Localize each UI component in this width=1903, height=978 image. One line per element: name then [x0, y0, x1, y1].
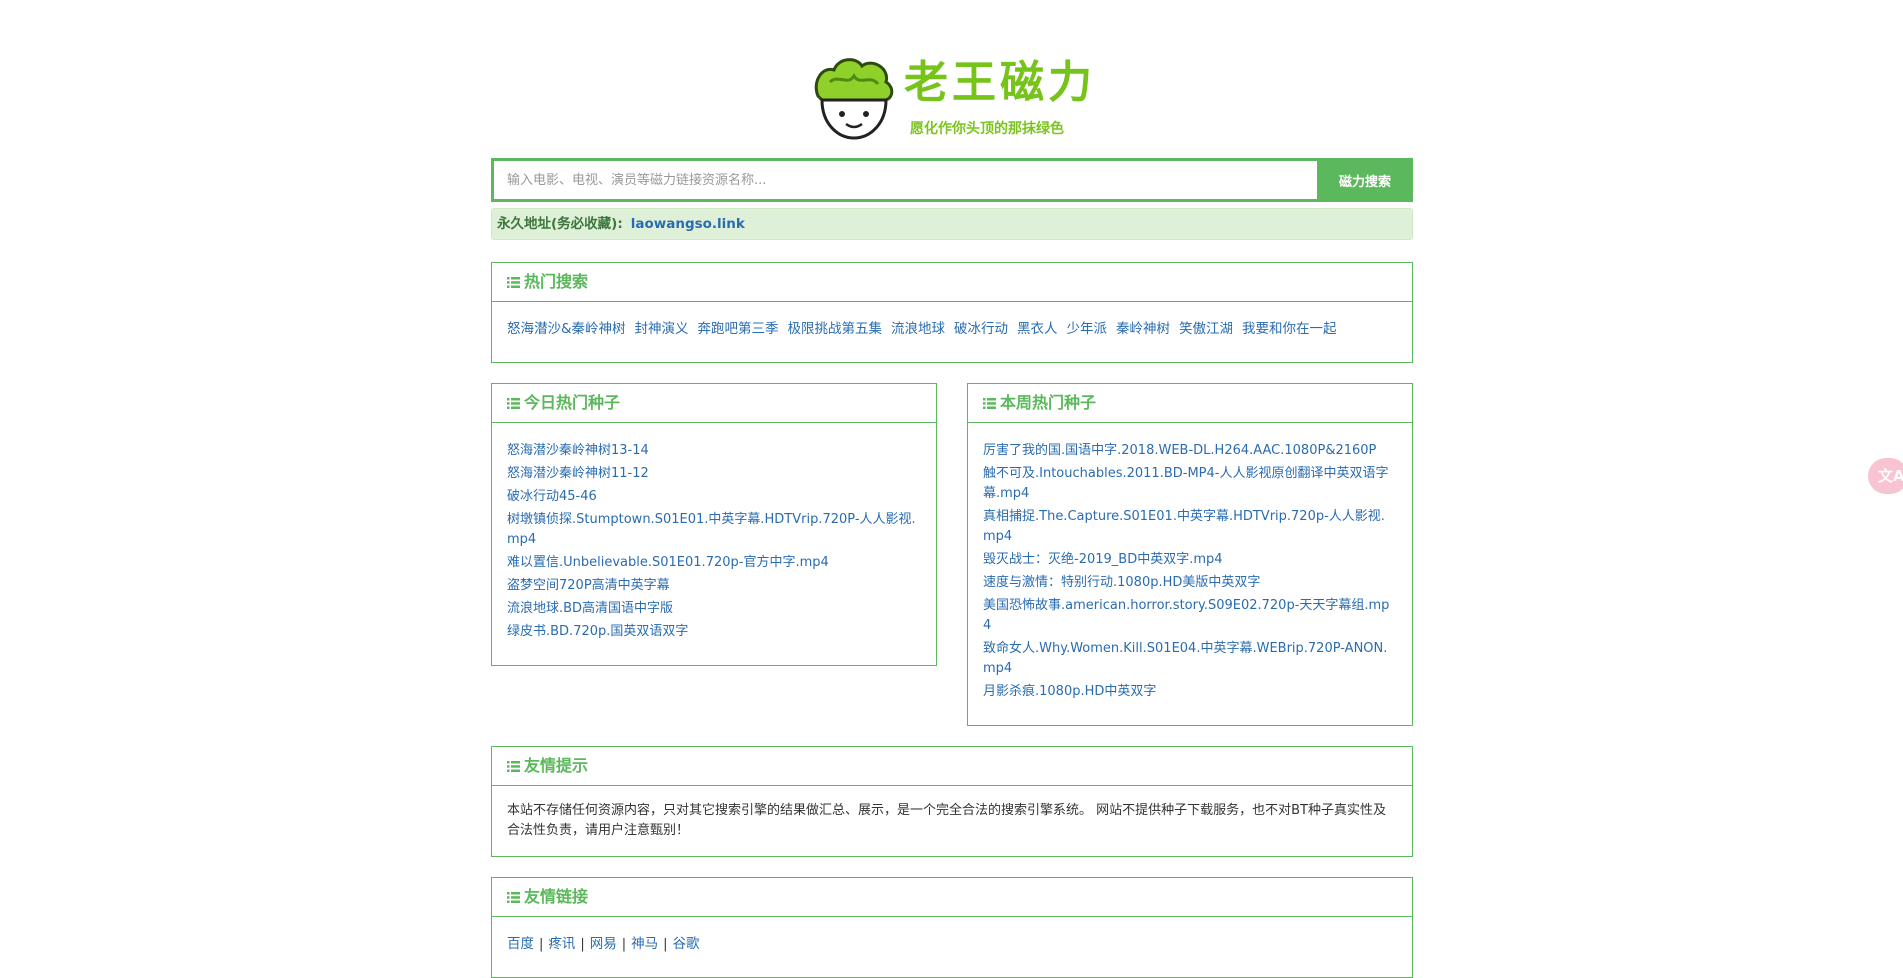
- panel-header: 友情提示: [492, 747, 1412, 786]
- list-item: 真相捕捉.The.Capture.S01E01.中英字幕.HDTVrip.720…: [983, 507, 1397, 547]
- seed-link[interactable]: 破冰行动45-46: [507, 489, 597, 504]
- list-item: 致命女人.Why.Women.Kill.S01E04.中英字幕.WEBrip.7…: [983, 639, 1397, 679]
- list-icon: [983, 398, 996, 409]
- seed-link[interactable]: 怒海潜沙秦岭神树13-14: [507, 443, 649, 458]
- seed-link[interactable]: 怒海潜沙秦岭神树11-12: [507, 466, 649, 481]
- friend-link[interactable]: 百度: [507, 936, 534, 952]
- hot-search-link[interactable]: 破冰行动: [954, 321, 1008, 337]
- list-item: 速度与激情：特别行动.1080p.HD美版中英双字: [983, 573, 1397, 593]
- panel-header: 友情链接: [492, 878, 1412, 917]
- hot-search-link[interactable]: 奔跑吧第三季: [698, 321, 779, 337]
- seed-link[interactable]: 难以置信.Unbelievable.S01E01.720p-官方中字.mp4: [507, 555, 829, 570]
- seed-link[interactable]: 树墩镇侦探.Stumptown.S01E01.中英字幕.HDTVrip.720P…: [507, 512, 916, 547]
- hot-search-link[interactable]: 流浪地球: [891, 321, 945, 337]
- search-input[interactable]: [491, 158, 1317, 202]
- seed-link[interactable]: 厉害了我的国.国语中字.2018.WEB-DL.H264.AAC.1080P&2…: [983, 443, 1376, 458]
- list-icon: [507, 277, 520, 288]
- panel-header: 本周热门种子: [968, 384, 1412, 423]
- friend-link[interactable]: 疼讯: [548, 936, 575, 952]
- list-item: 月影杀痕.1080p.HD中英双字: [983, 682, 1397, 702]
- panel-title: 今日热门种子: [524, 393, 621, 412]
- hot-search-link[interactable]: 笑傲江湖: [1179, 321, 1233, 337]
- tips-text: 本站不存储任何资源内容，只对其它搜索引擎的结果做汇总、展示，是一个完全合法的搜索…: [507, 803, 1386, 838]
- friend-link[interactable]: 神马: [631, 936, 658, 952]
- permanent-address-link[interactable]: laowangso.link: [631, 216, 745, 232]
- seed-link[interactable]: 盗梦空间720P高清中英字幕: [507, 578, 670, 593]
- hot-search-list: 怒海潜沙&秦岭神树 封神演义 奔跑吧第三季 极限挑战第五集 流浪地球 破冰行动 黑衣人 少年派…: [492, 302, 1412, 351]
- panel-title: 本周热门种子: [1000, 393, 1097, 412]
- hot-search-panel: 热门搜索 怒海潜沙&秦岭神树 封神演义 奔跑吧第三季 极限挑战第五集 流浪地球 破冰行动黑…: [491, 262, 1413, 363]
- search-bar: 磁力搜索: [491, 158, 1413, 202]
- seed-link[interactable]: 流浪地球.BD高清国语中字版: [507, 601, 673, 616]
- lettuce-mascot-icon: [814, 58, 894, 140]
- list-item: 盗梦空间720P高清中英字幕: [507, 576, 921, 596]
- panel-title: 热门搜索: [524, 272, 589, 291]
- friend-links-panel: 友情链接 百度 | 疼讯 | 网易 | 神马 | 谷歌: [491, 877, 1413, 978]
- seed-link[interactable]: 毁灭战士：灭绝-2019_BD中英双字.mp4: [983, 552, 1223, 567]
- link-separator: |: [539, 937, 544, 952]
- friend-link[interactable]: 谷歌: [673, 936, 700, 952]
- list-item: 破冰行动45-46: [507, 487, 921, 507]
- panel-title: 友情提示: [524, 756, 589, 775]
- hot-search-link[interactable]: 黑衣人: [1017, 321, 1058, 337]
- list-item: 绿皮书.BD.720p.国英双语双字: [507, 622, 921, 642]
- list-item: 毁灭战士：灭绝-2019_BD中英双字.mp4: [983, 550, 1397, 570]
- hot-search-link[interactable]: 少年派: [1067, 321, 1108, 337]
- link-separator: |: [663, 937, 668, 952]
- link-separator: |: [580, 937, 585, 952]
- site-logo[interactable]: 老王磁力 愿化作你头顶的那抹绿色: [808, 52, 1096, 142]
- seed-link[interactable]: 月影杀痕.1080p.HD中英双字: [983, 684, 1156, 699]
- list-item: 怒海潜沙秦岭神树11-12: [507, 464, 921, 484]
- list-icon: [507, 761, 520, 772]
- translate-widget-button[interactable]: 文A: [1868, 458, 1903, 494]
- link-separator: |: [621, 937, 627, 952]
- panel-header: 今日热门种子: [492, 384, 936, 423]
- seed-link[interactable]: 速度与激情：特别行动.1080p.HD美版中英双字: [983, 575, 1260, 590]
- notice-label: 永久地址(务必收藏):: [497, 216, 623, 232]
- week-seeds-panel: 本周热门种子 厉害了我的国.国语中字.2018.WEB-DL.H264.AAC.…: [967, 383, 1413, 726]
- list-item: 难以置信.Unbelievable.S01E01.720p-官方中字.mp4: [507, 553, 921, 573]
- list-icon: [507, 398, 520, 409]
- list-item: 触不可及.Intouchables.2011.BD-MP4-人人影视原创翻译中英…: [983, 464, 1397, 504]
- seed-link[interactable]: 触不可及.Intouchables.2011.BD-MP4-人人影视原创翻译中英…: [983, 466, 1388, 501]
- list-item: 流浪地球.BD高清国语中字版: [507, 599, 921, 619]
- logo-title: 老王磁力: [904, 57, 1096, 108]
- seed-link[interactable]: 致命女人.Why.Women.Kill.S01E04.中英字幕.WEBrip.7…: [983, 641, 1387, 676]
- hot-search-link[interactable]: 怒海潜沙&秦岭神树: [507, 321, 626, 337]
- week-seeds-list: 厉害了我的国.国语中字.2018.WEB-DL.H264.AAC.1080P&2…: [983, 441, 1397, 702]
- list-icon: [507, 892, 520, 903]
- seed-link[interactable]: 真相捕捉.The.Capture.S01E01.中英字幕.HDTVrip.720…: [983, 509, 1385, 544]
- panel-header: 热门搜索: [492, 263, 1412, 302]
- friend-link[interactable]: 网易: [590, 936, 617, 952]
- today-seeds-panel: 今日热门种子 怒海潜沙秦岭神树13-14 怒海潜沙秦岭神树11-12 破冰行动4…: [491, 383, 937, 666]
- seed-link[interactable]: 美国恐怖故事.american.horror.story.S09E02.720p…: [983, 598, 1389, 633]
- hot-search-link[interactable]: 封神演义: [635, 321, 689, 337]
- panel-title: 友情链接: [524, 887, 589, 906]
- list-item: 厉害了我的国.国语中字.2018.WEB-DL.H264.AAC.1080P&2…: [983, 441, 1397, 461]
- permanent-address-notice: 永久地址(务必收藏): laowangso.link: [491, 208, 1413, 240]
- tips-panel: 友情提示 本站不存储任何资源内容，只对其它搜索引擎的结果做汇总、展示，是一个完全…: [491, 746, 1413, 857]
- list-item: 怒海潜沙秦岭神树13-14: [507, 441, 921, 461]
- hot-search-link[interactable]: 我要和你在一起: [1242, 321, 1337, 337]
- search-button[interactable]: 磁力搜索: [1317, 158, 1413, 202]
- today-seeds-list: 怒海潜沙秦岭神树13-14 怒海潜沙秦岭神树11-12 破冰行动45-46 树墩…: [507, 441, 921, 642]
- list-item: 树墩镇侦探.Stumptown.S01E01.中英字幕.HDTVrip.720P…: [507, 510, 921, 550]
- hot-search-link[interactable]: 秦岭神树: [1116, 321, 1170, 337]
- logo-slogan: 愿化作你头顶的那抹绿色: [910, 121, 1064, 137]
- seed-link[interactable]: 绿皮书.BD.720p.国英双语双字: [507, 624, 688, 639]
- list-item: 美国恐怖故事.american.horror.story.S09E02.720p…: [983, 596, 1397, 636]
- hot-search-link[interactable]: 极限挑战第五集: [788, 321, 883, 337]
- friend-links-list: 百度 | 疼讯 | 网易 | 神马 | 谷歌: [492, 917, 1412, 966]
